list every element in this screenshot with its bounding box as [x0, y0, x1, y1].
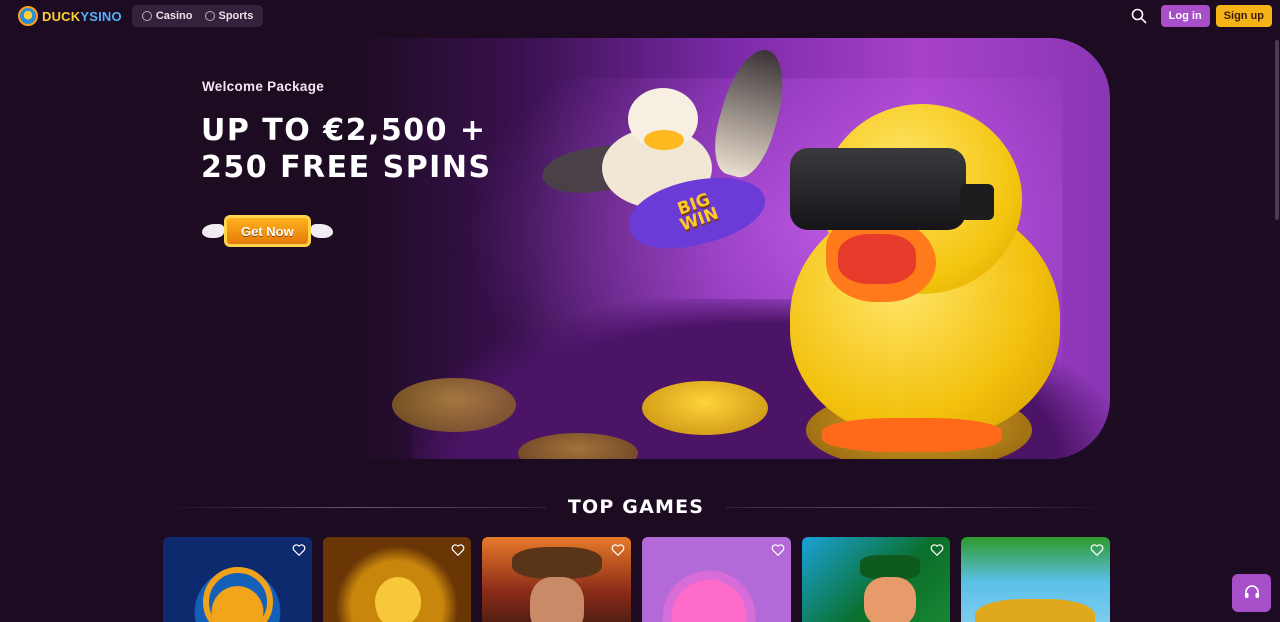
top-games-title: TOP GAMES	[567, 496, 705, 518]
duck-feet-image	[822, 418, 1002, 452]
heart-icon[interactable]	[930, 543, 944, 557]
game-art	[863, 577, 916, 622]
duck-mouth-image	[838, 234, 916, 284]
mode-casino[interactable]: Casino	[138, 10, 197, 22]
game-tile[interactable]	[642, 537, 791, 622]
heart-icon[interactable]	[292, 543, 306, 557]
game-art	[512, 547, 603, 579]
mode-casino-label: Casino	[155, 10, 193, 22]
mode-sports-label: Sports	[218, 10, 254, 22]
hero-subtitle: Welcome Package	[202, 79, 325, 94]
fish-text: BIG WIN	[673, 189, 721, 235]
top-games-list	[163, 537, 1111, 622]
wing-left-icon	[202, 224, 224, 238]
heart-icon[interactable]	[771, 543, 785, 557]
heart-icon[interactable]	[611, 543, 625, 557]
logo-text: DUCKYSINO	[42, 8, 122, 24]
top-header: DUCKYSINO Casino Sports Log in Sign up	[0, 0, 1280, 32]
vr-strap-image	[960, 184, 994, 220]
scrollbar-thumb[interactable]	[1275, 40, 1279, 220]
heart-icon[interactable]	[1090, 543, 1104, 557]
vr-headset-image	[790, 148, 966, 230]
hero-title: UP TO €2,500 + 250 FREE SPINS	[201, 112, 492, 186]
wing-right-icon	[310, 224, 333, 238]
divider	[162, 506, 546, 508]
top-games-header: TOP GAMES	[162, 494, 1111, 520]
site-logo[interactable]: DUCKYSINO	[18, 0, 122, 32]
search-icon	[1131, 8, 1146, 24]
hero-title-line1: UP TO €2,500 +	[201, 113, 487, 148]
scrollbar[interactable]	[1274, 0, 1280, 622]
game-tile[interactable]	[961, 537, 1111, 622]
headset-icon	[1244, 585, 1259, 598]
mode-sports[interactable]: Sports	[201, 10, 258, 22]
game-tile[interactable]	[322, 537, 472, 622]
game-tile[interactable]	[163, 537, 312, 622]
duck-logo-icon	[18, 6, 38, 26]
heart-icon[interactable]	[451, 543, 465, 557]
eagle-beak-image	[644, 130, 684, 150]
header-actions: Log in Sign up	[1127, 4, 1272, 28]
search-button[interactable]	[1127, 4, 1151, 28]
support-button[interactable]	[1232, 574, 1271, 612]
mode-switch: Casino Sports	[131, 5, 264, 27]
game-art	[374, 577, 421, 622]
soccer-ball-icon	[204, 11, 215, 21]
get-now-wrap: Get Now	[202, 215, 333, 247]
divider	[726, 506, 1111, 508]
get-now-button[interactable]: Get Now	[224, 215, 311, 247]
game-art	[975, 599, 1096, 622]
login-button[interactable]: Log in	[1160, 5, 1210, 27]
hero-banner[interactable]: BIG WIN Welcome Package UP TO €2,500 + 2…	[162, 38, 1110, 459]
coin-image	[392, 378, 516, 432]
game-tile[interactable]	[482, 537, 632, 622]
coin-image	[642, 381, 768, 435]
game-art	[203, 567, 273, 622]
signup-button[interactable]: Sign up	[1215, 5, 1272, 27]
game-tile[interactable]	[801, 537, 951, 622]
game-art	[859, 555, 920, 579]
game-art	[530, 577, 585, 622]
casino-chip-icon	[141, 11, 152, 21]
hero-title-line2: 250 FREE SPINS	[201, 150, 492, 185]
